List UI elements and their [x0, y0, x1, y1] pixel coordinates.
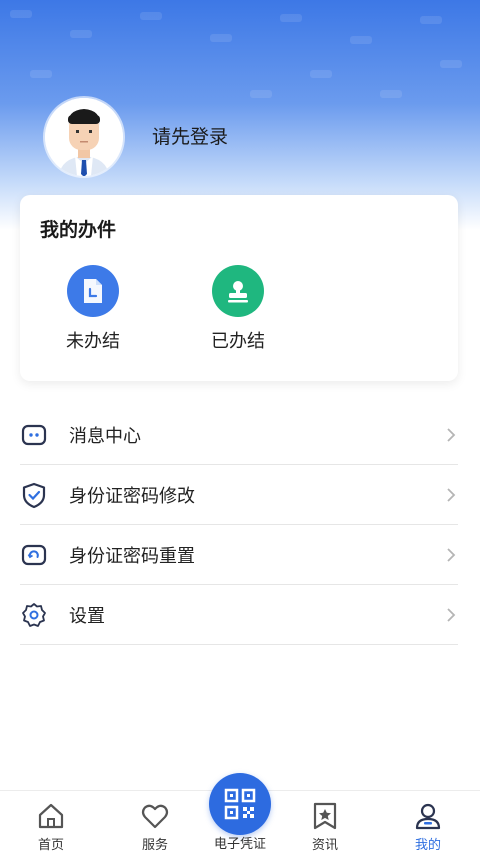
document-clock-icon — [67, 265, 119, 317]
task-completed-label: 已办结 — [211, 331, 265, 352]
tab-label: 电子凭证 — [213, 837, 266, 852]
menu-item-label: 设置 — [69, 605, 105, 627]
menu-item-id-password-reset[interactable]: 身份证密码重置 — [20, 525, 458, 585]
menu-item-label: 身份证密码重置 — [69, 545, 195, 567]
tab-services[interactable]: 服务 — [115, 791, 195, 854]
chevron-right-icon — [447, 487, 456, 502]
login-prompt[interactable]: 请先登录 — [152, 122, 228, 149]
menu-list: 消息中心 身份证密码修改 身份证密码重置 设置 — [20, 405, 458, 645]
tab-label: 服务 — [141, 838, 168, 853]
gear-icon — [22, 602, 46, 627]
stamp-icon — [212, 265, 264, 317]
my-tasks-title: 我的办件 — [40, 219, 117, 241]
task-pending[interactable]: 未办结 — [38, 265, 148, 353]
menu-item-id-password-change[interactable]: 身份证密码修改 — [20, 465, 458, 525]
user-icon — [415, 803, 441, 830]
menu-item-label: 消息中心 — [69, 425, 141, 447]
home-icon — [38, 803, 64, 829]
avatar[interactable] — [45, 98, 123, 176]
heart-icon — [141, 804, 169, 829]
my-tasks-card: 我的办件 未办结 已办结 — [20, 195, 458, 381]
tab-news[interactable]: 资讯 — [285, 791, 365, 854]
tab-label: 我的 — [414, 838, 441, 853]
tab-e-credential[interactable] — [209, 773, 271, 835]
qr-code-icon — [224, 788, 256, 820]
menu-item-settings[interactable]: 设置 — [20, 585, 458, 645]
menu-item-label: 身份证密码修改 — [69, 485, 195, 507]
message-icon — [21, 424, 47, 445]
tab-mine[interactable]: 我的 — [388, 791, 468, 854]
reset-icon — [21, 544, 47, 565]
chevron-right-icon — [447, 607, 456, 622]
tab-label: 资讯 — [311, 838, 338, 853]
person-avatar-icon — [45, 98, 123, 176]
bookmark-star-icon — [313, 802, 337, 830]
chevron-right-icon — [447, 427, 456, 442]
chevron-right-icon — [447, 547, 456, 562]
shield-check-icon — [22, 482, 46, 508]
task-pending-label: 未办结 — [66, 331, 120, 352]
tab-home[interactable]: 首页 — [11, 791, 91, 854]
menu-item-message-center[interactable]: 消息中心 — [20, 405, 458, 465]
tab-label: 首页 — [37, 838, 64, 853]
task-completed[interactable]: 已办结 — [183, 265, 293, 353]
